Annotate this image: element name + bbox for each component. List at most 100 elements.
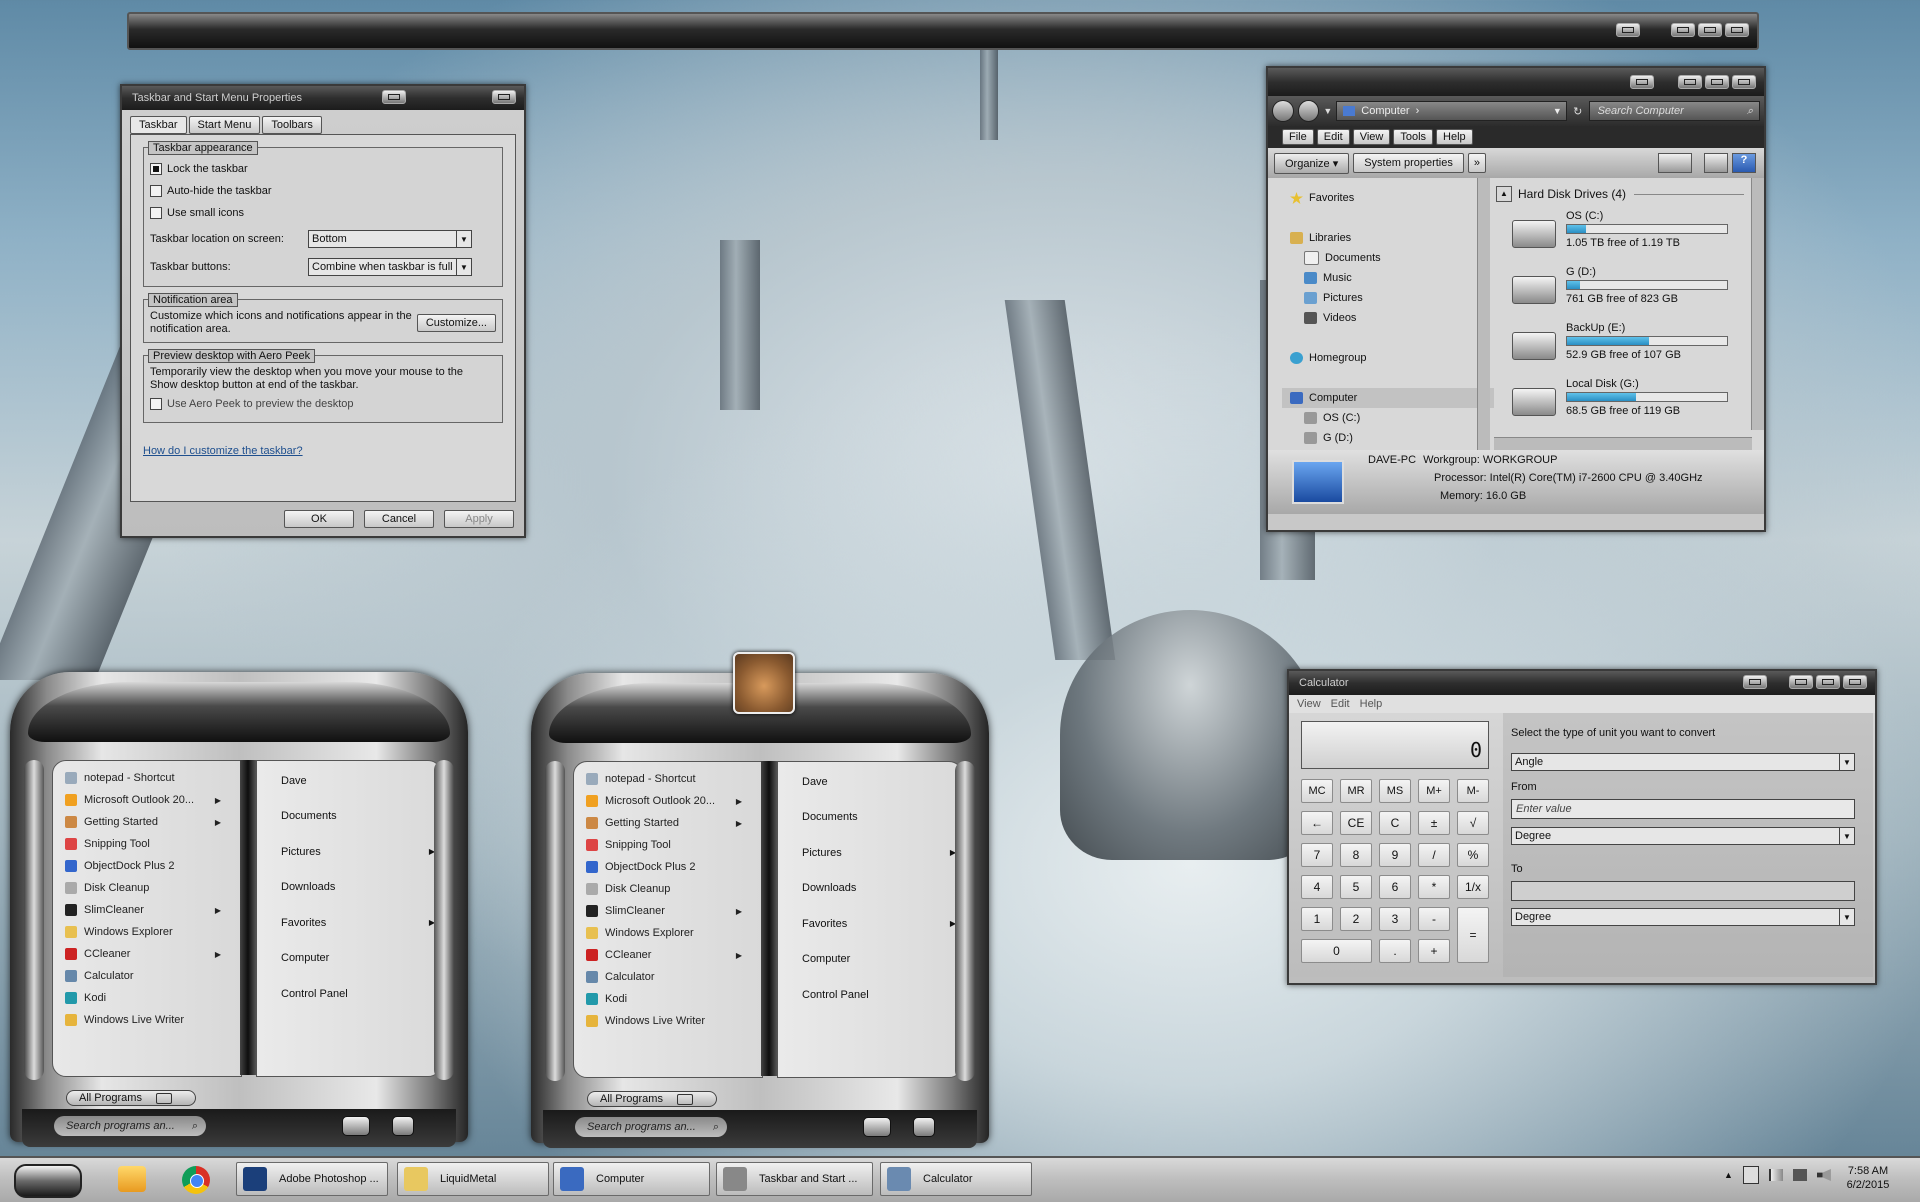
calc-key[interactable]: + <box>1418 939 1450 963</box>
content-scrollbar[interactable] <box>1751 178 1764 430</box>
outlook-pinned-icon[interactable] <box>118 1166 146 1192</box>
program-item[interactable]: Getting Started ▶ <box>574 812 762 834</box>
user-avatar[interactable] <box>733 652 795 714</box>
ok-button[interactable]: OK <box>284 510 354 528</box>
small-icons-option[interactable]: Use small icons <box>150 202 496 224</box>
search-programs-input[interactable]: Search programs an... ⌕ <box>575 1117 727 1137</box>
calc-key[interactable]: 6 <box>1379 875 1411 899</box>
program-item[interactable]: Snipping Tool <box>53 833 241 855</box>
autohide-option[interactable]: Auto-hide the taskbar <box>150 180 496 202</box>
calc-key[interactable]: 3 <box>1379 907 1411 931</box>
drive-item[interactable]: BackUp (E:) 52.9 GB free of 107 GB <box>1496 318 1764 374</box>
menu-view[interactable]: View <box>1352 129 1391 145</box>
program-item[interactable]: Windows Explorer <box>574 922 762 944</box>
help-link[interactable]: How do I customize the taskbar? <box>143 445 303 457</box>
autohide-checkbox[interactable] <box>150 185 162 197</box>
calc-key[interactable]: / <box>1418 843 1450 867</box>
equals-key[interactable]: = <box>1457 907 1489 963</box>
calc-key[interactable]: 4 <box>1301 875 1333 899</box>
place-item[interactable]: Dave <box>257 763 441 799</box>
cancel-button[interactable]: Cancel <box>364 510 434 528</box>
lock-taskbar-option[interactable]: Lock the taskbar <box>150 158 496 180</box>
refresh-icon[interactable]: ↻ <box>1571 105 1585 118</box>
view-options-icon[interactable] <box>1658 153 1692 173</box>
menu-view[interactable]: View <box>1297 698 1321 710</box>
preview-pane-icon[interactable] <box>1704 153 1728 173</box>
nav-homegroup[interactable]: Homegroup <box>1290 348 1490 368</box>
place-item[interactable]: Favorites ▶ <box>257 905 441 941</box>
program-item[interactable]: Windows Live Writer <box>574 1010 762 1032</box>
action-center-flag-icon[interactable] <box>1768 1169 1783 1181</box>
menu-edit[interactable]: Edit <box>1316 129 1350 145</box>
minimize-icon[interactable] <box>1743 675 1767 689</box>
minimize-icon[interactable] <box>1630 75 1654 89</box>
menu-tools[interactable]: Tools <box>1393 129 1434 145</box>
from-input[interactable]: Enter value <box>1511 799 1855 819</box>
start-button[interactable] <box>14 1164 82 1198</box>
calc-key[interactable]: C <box>1379 811 1411 835</box>
close-icon[interactable] <box>492 90 516 104</box>
tab-toolbars[interactable]: Toolbars <box>262 116 322 134</box>
nav-music[interactable]: Music <box>1290 268 1490 288</box>
search-programs-input[interactable]: Search programs an... ⌕ <box>54 1116 206 1136</box>
nav-g-drive[interactable]: G (D:) <box>1290 428 1490 448</box>
taskbar-app-button[interactable]: Taskbar and Start ... <box>716 1162 873 1196</box>
menu-help[interactable]: Help <box>1436 129 1473 145</box>
nav-documents[interactable]: Documents <box>1290 248 1490 268</box>
collapse-icon[interactable]: ▲ <box>1496 186 1512 202</box>
calc-key[interactable]: CE <box>1340 811 1372 835</box>
program-item[interactable]: Microsoft Outlook 20... ▶ <box>574 790 762 812</box>
program-item[interactable]: notepad - Shortcut <box>574 768 762 790</box>
nav-favorites[interactable]: Favorites <box>1290 188 1490 208</box>
place-item[interactable]: Control Panel <box>257 976 441 1012</box>
forward-icon[interactable] <box>1297 100 1320 122</box>
help-icon[interactable]: ? <box>1732 153 1756 173</box>
nav-os-drive[interactable]: OS (C:) <box>1290 408 1490 428</box>
all-programs-button[interactable]: All Programs <box>66 1090 196 1106</box>
tab-taskbar[interactable]: Taskbar <box>130 116 187 134</box>
search-box[interactable]: Search Computer ⌕ <box>1588 101 1760 121</box>
tray-app-icon[interactable] <box>1742 1166 1759 1184</box>
address-dropdown-icon[interactable]: ▼ <box>1553 106 1562 116</box>
tab-start-menu[interactable]: Start Menu <box>188 116 261 134</box>
calc-key[interactable]: % <box>1457 843 1489 867</box>
back-icon[interactable] <box>1272 100 1294 122</box>
close-icon[interactable] <box>1843 675 1867 689</box>
taskbar-app-button[interactable]: Computer <box>553 1162 710 1196</box>
calc-key[interactable]: . <box>1379 939 1411 963</box>
nav-scrollbar[interactable] <box>1477 178 1490 450</box>
address-bar[interactable]: Computer › ▼ <box>1336 101 1567 121</box>
memory-key[interactable]: MS <box>1379 779 1411 803</box>
program-item[interactable]: Kodi <box>53 987 241 1009</box>
clock[interactable]: 7:58 AM 6/2/2015 <box>1824 1164 1912 1192</box>
nav-libraries[interactable]: Libraries <box>1290 228 1490 248</box>
calc-key[interactable]: - <box>1418 907 1450 931</box>
nav-pictures[interactable]: Pictures <box>1290 288 1490 308</box>
from-unit-select[interactable]: Degree ▼ <box>1511 827 1855 845</box>
program-item[interactable]: Windows Explorer <box>53 921 241 943</box>
calc-key[interactable]: 5 <box>1340 875 1372 899</box>
horizontal-scrollbar[interactable] <box>1494 437 1752 450</box>
more-commands-button[interactable]: » <box>1467 153 1486 173</box>
program-item[interactable]: SlimCleaner ▶ <box>574 900 762 922</box>
place-item[interactable]: Computer <box>778 942 962 978</box>
calc-key[interactable]: 9 <box>1379 843 1411 867</box>
program-item[interactable]: Getting Started ▶ <box>53 811 241 833</box>
calc-key[interactable]: 2 <box>1340 907 1372 931</box>
place-item[interactable]: Dave <box>778 764 962 800</box>
nav-videos[interactable]: Videos <box>1290 308 1490 328</box>
calc-key[interactable]: √ <box>1457 811 1489 835</box>
search-icon[interactable]: ⌕ <box>1747 105 1753 118</box>
close-icon[interactable] <box>1725 23 1749 37</box>
taskbar-app-button[interactable]: LiquidMetal <box>397 1162 549 1196</box>
calc-key[interactable]: ± <box>1418 811 1450 835</box>
calc-key[interactable]: 1/x <box>1457 875 1489 899</box>
taskbar-app-button[interactable]: Calculator <box>880 1162 1032 1196</box>
maximize-icon[interactable] <box>1698 23 1722 37</box>
program-item[interactable]: SlimCleaner ▶ <box>53 899 241 921</box>
drive-item[interactable]: Local Disk (G:) 68.5 GB free of 119 GB <box>1496 374 1764 430</box>
calc-key[interactable]: 8 <box>1340 843 1372 867</box>
nav-computer[interactable]: Computer <box>1282 388 1494 408</box>
minimize-icon[interactable] <box>1789 675 1813 689</box>
close-icon[interactable] <box>1732 75 1756 89</box>
